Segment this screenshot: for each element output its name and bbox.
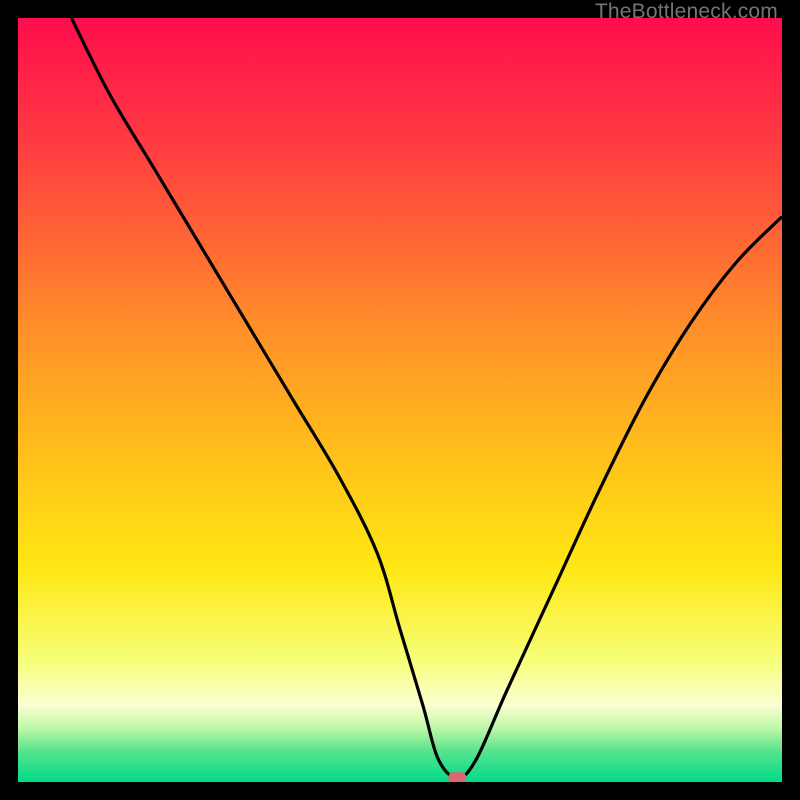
chart-frame xyxy=(18,18,782,782)
watermark-text: TheBottleneck.com xyxy=(595,0,778,24)
bottleneck-chart xyxy=(18,18,782,782)
optimal-point-marker xyxy=(448,772,466,782)
